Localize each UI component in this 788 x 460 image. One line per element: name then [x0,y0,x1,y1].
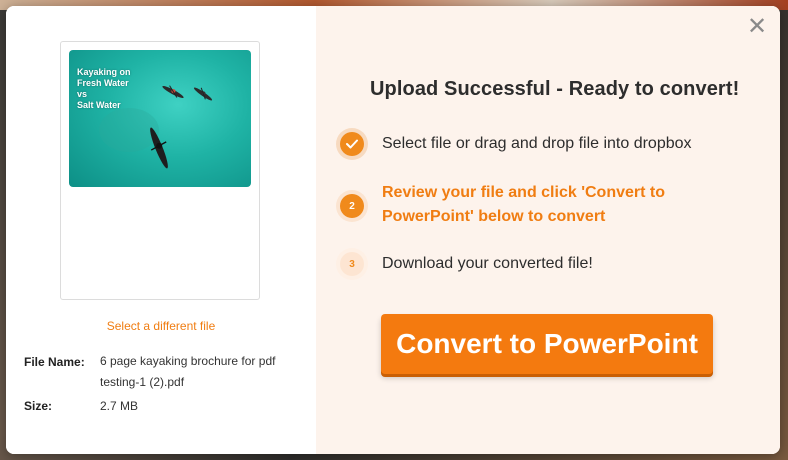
file-name-row: File Name: 6 page kayaking brochure for … [24,354,300,393]
check-icon [340,132,364,156]
step-number-badge: 2 [340,194,364,218]
step-review-file: 2 Review your file and click 'Convert to… [340,181,702,229]
step-number-badge: 3 [340,252,364,276]
file-name-label: File Name: [24,355,85,369]
upload-status-heading: Upload Successful - Ready to convert! [370,78,740,100]
step-select-file: Select file or drag and drop file into d… [340,132,692,156]
kayak-image-graphic [99,85,213,169]
close-icon[interactable]: ✕ [746,15,768,39]
step-label: Select file or drag and drop file into d… [382,135,692,152]
file-preview-card: Kayaking on Fresh Water vs Salt Water [60,41,260,300]
step-label: Download your converted file! [382,255,593,272]
select-different-file-link[interactable]: Select a different file [6,319,316,333]
convert-to-powerpoint-button[interactable]: Convert to PowerPoint [381,314,713,374]
file-metadata: File Name: 6 page kayaking brochure for … [24,354,300,420]
conversion-steps-panel: ✕ Upload Successful - Ready to convert! … [316,6,780,454]
file-preview-panel: Kayaking on Fresh Water vs Salt Water Se… [6,6,316,454]
step-download-file: 3 Download your converted file! [340,252,593,276]
conversion-modal: Kayaking on Fresh Water vs Salt Water Se… [6,6,780,454]
size-label: Size: [24,399,53,413]
size-value: 2.7 MB [100,399,139,413]
size-row: Size: 2.7 MB [24,399,300,414]
file-name-value: 6 page kayaking brochure for pdf testing… [100,354,276,389]
step-label: Review your file and click 'Convert to P… [382,184,665,225]
file-thumbnail: Kayaking on Fresh Water vs Salt Water [69,50,251,187]
